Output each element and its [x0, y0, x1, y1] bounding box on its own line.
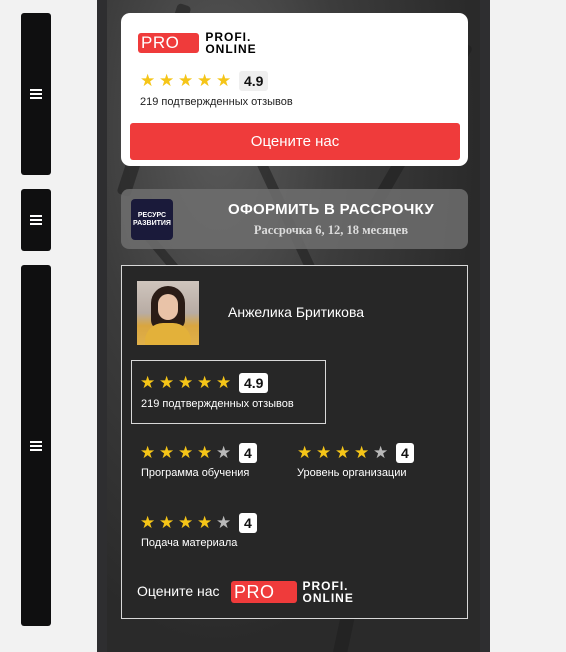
- overall-reviews-count: 219 подтвержденных отзывов: [141, 398, 294, 410]
- logo-text: PROFI. ONLINE: [205, 30, 257, 56]
- star-icon: ★: [140, 71, 156, 90]
- rate-us-footer[interactable]: Оцените нас: [137, 583, 220, 599]
- star-icon: ★: [197, 373, 213, 392]
- star-empty-icon: ★: [216, 513, 232, 532]
- rating-stars: ★ ★ ★ ★ ★ 4.9: [140, 71, 269, 91]
- star-icon: ★: [178, 513, 194, 532]
- criterion-score: 4: [239, 513, 257, 533]
- logo-pro: PRO: [138, 33, 200, 53]
- criterion-label: Программа обучения: [141, 467, 250, 479]
- reviewer-name: Анжелика Бритикова: [228, 304, 365, 320]
- criterion-score: 4: [396, 443, 414, 463]
- side-menu-button-2[interactable]: [21, 189, 51, 251]
- star-icon: ★: [216, 71, 232, 90]
- star-icon: ★: [197, 513, 213, 532]
- star-icon: ★: [159, 443, 175, 462]
- star-empty-icon: ★: [373, 443, 389, 462]
- overall-rating-score: 4.9: [239, 373, 269, 393]
- star-icon: ★: [354, 443, 370, 462]
- criterion-score: 4: [239, 443, 257, 463]
- criterion-label: Подача материала: [141, 537, 238, 549]
- side-menu-button-3[interactable]: [21, 265, 51, 626]
- star-icon: ★: [159, 71, 175, 90]
- reviews-count: 219 подтвержденных отзывов: [140, 96, 293, 108]
- star-icon: ★: [140, 513, 156, 532]
- rate-us-button[interactable]: Оцените нас: [130, 123, 460, 160]
- hamburger-icon: [30, 215, 42, 225]
- side-menu-button-1[interactable]: [21, 13, 51, 175]
- criterion-stars-material: ★ ★ ★ ★ ★ 4: [140, 513, 257, 533]
- rating-score: 4.9: [239, 71, 269, 91]
- installment-subtitle: Рассрочка 6, 12, 18 месяцев: [253, 223, 409, 237]
- star-icon: ★: [197, 71, 213, 90]
- star-icon: ★: [216, 373, 232, 392]
- star-icon: ★: [178, 373, 194, 392]
- avatar: [137, 281, 199, 345]
- profi-online-logo: PRO PROFI. ONLINE: [138, 31, 257, 55]
- star-icon: ★: [178, 443, 194, 462]
- hamburger-icon: [30, 89, 42, 99]
- resurs-razvitiya-logo: РЕСУРС РАЗВИТИЯ: [131, 199, 173, 240]
- installment-card[interactable]: РЕСУРС РАЗВИТИЯ ОФОРМИТЬ В РАССРОЧКУ Расс…: [121, 189, 468, 249]
- logo-pro: PRO: [231, 581, 297, 603]
- criterion-label: Уровень организации: [297, 467, 407, 479]
- star-empty-icon: ★: [216, 443, 232, 462]
- star-icon: ★: [316, 443, 332, 462]
- overall-rating-stars: ★ ★ ★ ★ ★ 4.9: [140, 373, 269, 393]
- star-icon: ★: [335, 443, 351, 462]
- star-icon: ★: [140, 443, 156, 462]
- criterion-stars-organization: ★ ★ ★ ★ ★ 4: [297, 443, 414, 463]
- logo-text: PROFI. ONLINE: [302, 579, 354, 605]
- criterion-stars-program: ★ ★ ★ ★ ★ 4: [140, 443, 257, 463]
- star-icon: ★: [178, 71, 194, 90]
- profi-online-logo-footer[interactable]: PRO PROFI. ONLINE: [231, 580, 354, 604]
- installment-title: ОФОРМИТЬ В РАССРОЧКУ: [227, 201, 435, 218]
- star-icon: ★: [159, 513, 175, 532]
- star-icon: ★: [140, 373, 156, 392]
- star-icon: ★: [159, 373, 175, 392]
- hamburger-icon: [30, 440, 42, 451]
- star-icon: ★: [197, 443, 213, 462]
- star-icon: ★: [297, 443, 313, 462]
